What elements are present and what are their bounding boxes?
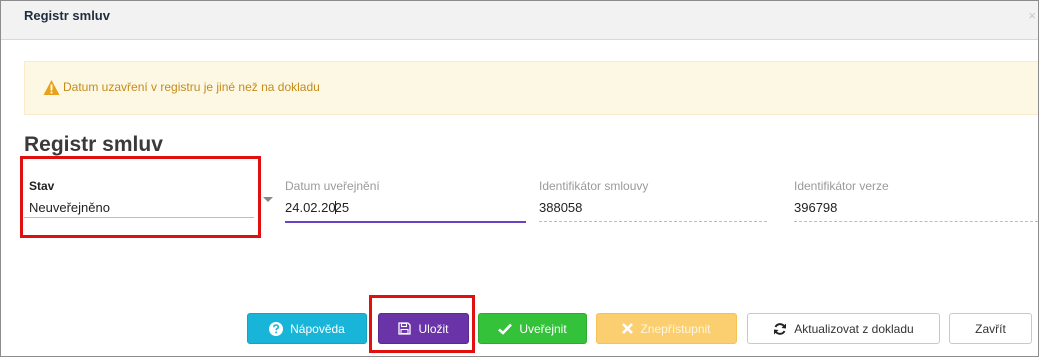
close-icon[interactable]: ×	[1028, 8, 1036, 23]
dialog-title: Registr smluv	[24, 8, 110, 23]
datum-uverejneni-field[interactable]: Datum uveřejnění 24.02.2025	[285, 179, 526, 223]
identifikator-smlouvy-label: Identifikátor smlouvy	[539, 179, 649, 193]
update-from-document-button[interactable]: Aktualizovat z dokladu	[747, 313, 940, 344]
dialog-window: Registr smluv × Datum uzavření v registr…	[0, 0, 1039, 357]
x-icon	[622, 323, 634, 334]
save-button[interactable]: Uložit	[378, 313, 469, 344]
identifikator-verze-value: 396798	[794, 200, 838, 215]
stav-underline	[24, 217, 254, 218]
update-button-label: Aktualizovat z dokladu	[794, 321, 914, 336]
identifikator-smlouvy-value: 388058	[539, 200, 583, 215]
close-button[interactable]: Zavřít	[949, 313, 1032, 344]
floppy-disk-icon	[398, 322, 412, 335]
publish-button[interactable]: Uveřejnit	[478, 313, 587, 344]
section-heading: Registr smluv	[24, 133, 163, 156]
readonly-underline	[794, 221, 1038, 222]
help-button[interactable]: Nápověda	[247, 313, 367, 344]
dialog-titlebar: Registr smluv ×	[1, 1, 1038, 40]
refresh-icon	[774, 322, 787, 335]
save-button-label: Uložit	[418, 321, 449, 336]
datum-input[interactable]: 24.02.2025	[285, 200, 526, 215]
chevron-down-icon[interactable]	[263, 197, 273, 202]
alert-message: Datum uzavření v registru je jiné než na…	[63, 80, 320, 94]
datum-focus-underline	[285, 221, 526, 223]
identifikator-verze-field: Identifikátor verze 396798	[794, 179, 1038, 222]
publish-button-label: Uveřejnit	[519, 321, 567, 336]
datum-value-end: 25	[334, 200, 350, 215]
warning-icon	[43, 80, 60, 95]
identifikator-verze-label: Identifikátor verze	[794, 179, 889, 193]
unpublish-button-label: Znepřístupnit	[640, 321, 711, 336]
readonly-underline	[539, 221, 767, 222]
warning-alert: Datum uzavření v registru je jiné než na…	[24, 61, 1038, 115]
close-button-label: Zavřít	[975, 321, 1006, 336]
datum-label: Datum uveřejnění	[285, 179, 380, 193]
help-button-label: Nápověda	[290, 321, 345, 336]
identifikator-smlouvy-field: Identifikátor smlouvy 388058	[539, 179, 767, 222]
stav-label: Stav	[29, 179, 55, 193]
stav-value[interactable]: Neuveřejněno	[29, 200, 254, 215]
datum-value-start: 24.02.20	[285, 200, 336, 215]
unpublish-button[interactable]: Znepřístupnit	[596, 313, 737, 344]
question-circle-icon	[269, 321, 284, 336]
stav-select[interactable]: Stav Neuveřejněno	[24, 179, 254, 218]
checkmark-icon	[498, 323, 513, 335]
